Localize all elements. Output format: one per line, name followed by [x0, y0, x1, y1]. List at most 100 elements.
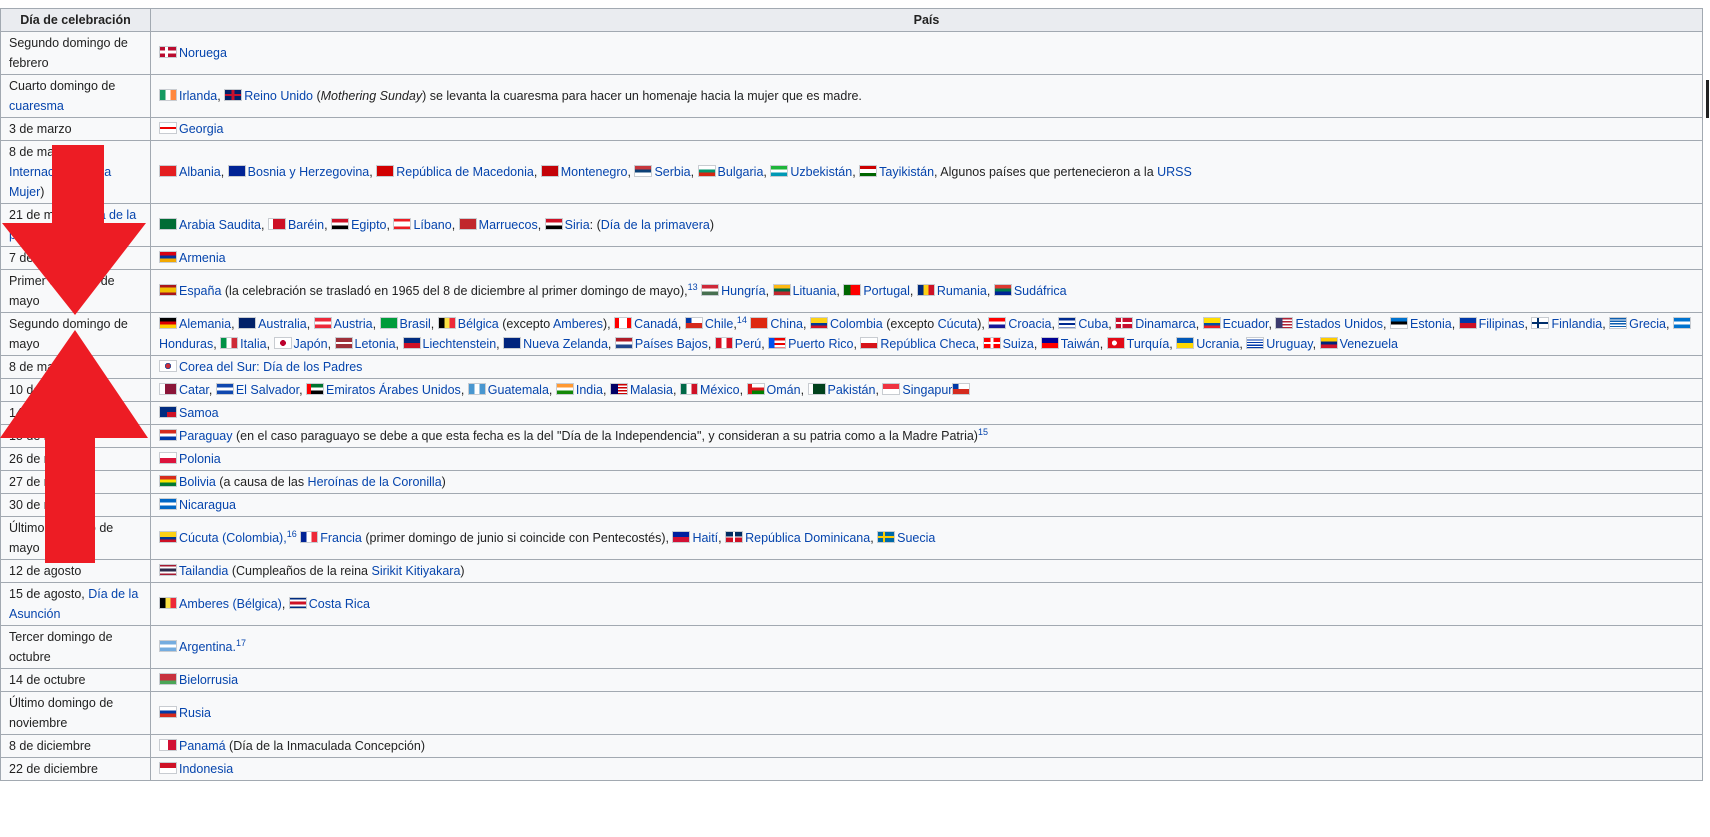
- country-link[interactable]: Estados Unidos: [1295, 317, 1383, 331]
- country-link[interactable]: República Dominicana: [745, 531, 870, 545]
- country-link[interactable]: Letonia: [355, 337, 396, 351]
- country-link[interactable]: Indonesia: [179, 762, 233, 776]
- country-link[interactable]: Cúcuta (Colombia),: [179, 531, 287, 545]
- country-link[interactable]: Catar: [179, 383, 209, 397]
- country-link[interactable]: España: [179, 284, 221, 298]
- country-link[interactable]: Liechtenstein: [423, 337, 497, 351]
- country-link[interactable]: Irlanda: [179, 89, 217, 103]
- country-link[interactable]: Malasia: [630, 383, 673, 397]
- country-link[interactable]: Paraguay: [179, 429, 233, 443]
- country-link[interactable]: Finlandia: [1551, 317, 1602, 331]
- country-link[interactable]: Honduras: [159, 337, 213, 351]
- wiki-link[interactable]: URSS: [1157, 165, 1192, 179]
- country-link[interactable]: Corea del Sur: Día de los Padres: [179, 360, 362, 374]
- country-link[interactable]: Costa Rica: [309, 597, 370, 611]
- country-link[interactable]: Japón: [294, 337, 328, 351]
- country-link[interactable]: Baréin: [288, 218, 324, 232]
- country-link[interactable]: Cuba: [1078, 317, 1108, 331]
- country-link[interactable]: Siria: [565, 218, 590, 232]
- country-link[interactable]: Portugal: [863, 284, 910, 298]
- country-link[interactable]: El Salvador: [236, 383, 299, 397]
- country-link[interactable]: Croacia: [1008, 317, 1051, 331]
- country-link[interactable]: Italia: [240, 337, 266, 351]
- wiki-link[interactable]: Cúcuta: [938, 317, 978, 331]
- country-link[interactable]: Brasil: [400, 317, 431, 331]
- country-link[interactable]: República Checa: [880, 337, 975, 351]
- reference-link[interactable]: 14: [737, 315, 747, 325]
- country-link[interactable]: Bosnia y Herzegovina: [248, 165, 370, 179]
- country-link[interactable]: Hungría: [721, 284, 765, 298]
- country-link[interactable]: Austria: [334, 317, 373, 331]
- country-link[interactable]: Serbia: [654, 165, 690, 179]
- country-link[interactable]: Australia: [258, 317, 307, 331]
- country-link[interactable]: Chile: [705, 317, 734, 331]
- country-link[interactable]: Amberes (Bélgica): [179, 597, 282, 611]
- country-link[interactable]: Francia: [320, 531, 362, 545]
- country-link[interactable]: Rumania: [937, 284, 987, 298]
- country-link[interactable]: China: [770, 317, 803, 331]
- country-link[interactable]: Canadá: [634, 317, 678, 331]
- country-link[interactable]: Estonia: [1410, 317, 1452, 331]
- country-link[interactable]: Argentina.: [179, 640, 236, 654]
- country-link[interactable]: Georgia: [179, 122, 223, 136]
- country-link[interactable]: Haití: [692, 531, 718, 545]
- country-link[interactable]: Noruega: [179, 46, 227, 60]
- country-link[interactable]: Suecia: [897, 531, 935, 545]
- country-link[interactable]: Egipto: [351, 218, 386, 232]
- country-link[interactable]: Omán: [767, 383, 801, 397]
- country-link[interactable]: Uruguay: [1266, 337, 1312, 351]
- country-link[interactable]: Polonia: [179, 452, 221, 466]
- country-link[interactable]: Colombia: [830, 317, 883, 331]
- country-link[interactable]: Alemania: [179, 317, 231, 331]
- wiki-link[interactable]: Sirikit Kitiyakara: [371, 564, 460, 578]
- country-link[interactable]: Singapur: [902, 383, 952, 397]
- country-link[interactable]: Reino Unido: [244, 89, 313, 103]
- country-link[interactable]: Panamá: [179, 739, 226, 753]
- country-link[interactable]: Albania: [179, 165, 221, 179]
- reference-link[interactable]: 15: [978, 427, 988, 437]
- country-link[interactable]: Taiwán: [1061, 337, 1100, 351]
- wiki-link[interactable]: Amberes: [553, 317, 603, 331]
- country-link[interactable]: Venezuela: [1340, 337, 1398, 351]
- country-link[interactable]: Bielorrusia: [179, 673, 238, 687]
- country-link[interactable]: Suiza: [1003, 337, 1034, 351]
- wiki-link[interactable]: Día de la primavera: [601, 218, 710, 232]
- country-link[interactable]: Sudáfrica: [1014, 284, 1067, 298]
- wiki-link[interactable]: Heroínas de la Coronilla: [308, 475, 442, 489]
- country-link[interactable]: Bulgaria: [718, 165, 764, 179]
- country-link[interactable]: Armenia: [179, 251, 226, 265]
- reference-link[interactable]: 13: [688, 282, 698, 292]
- country-link[interactable]: India: [576, 383, 603, 397]
- country-link[interactable]: Líbano: [413, 218, 451, 232]
- country-link[interactable]: Ecuador: [1223, 317, 1269, 331]
- scrollbar-thumb[interactable]: [1706, 80, 1709, 118]
- country-link[interactable]: Grecia: [1629, 317, 1666, 331]
- country-link[interactable]: Samoa: [179, 406, 219, 420]
- country-link[interactable]: Países Bajos: [635, 337, 708, 351]
- country-link[interactable]: Uzbekistán: [790, 165, 852, 179]
- country-link[interactable]: México: [700, 383, 740, 397]
- country-link[interactable]: Dinamarca: [1135, 317, 1195, 331]
- wiki-link[interactable]: cuaresma: [9, 99, 64, 113]
- country-link[interactable]: Pakistán: [828, 383, 876, 397]
- country-link[interactable]: República de Macedonia: [396, 165, 534, 179]
- reference-link[interactable]: 17: [236, 638, 246, 648]
- country-link[interactable]: Turquía: [1127, 337, 1170, 351]
- country-link[interactable]: Perú: [735, 337, 761, 351]
- country-link[interactable]: Guatemala: [488, 383, 549, 397]
- country-link[interactable]: Puerto Rico: [788, 337, 853, 351]
- country-link[interactable]: Montenegro: [561, 165, 628, 179]
- country-link[interactable]: Emiratos Árabes Unidos: [326, 383, 461, 397]
- country-link[interactable]: Arabia Saudita: [179, 218, 261, 232]
- country-link[interactable]: Tayikistán: [879, 165, 934, 179]
- country-link[interactable]: Marruecos: [479, 218, 538, 232]
- country-link[interactable]: Tailandia: [179, 564, 228, 578]
- country-link[interactable]: Filipinas: [1479, 317, 1525, 331]
- country-link[interactable]: Rusia: [179, 706, 211, 720]
- country-link[interactable]: Ucrania: [1196, 337, 1239, 351]
- country-link[interactable]: Bélgica: [458, 317, 499, 331]
- country-link[interactable]: Nicaragua: [179, 498, 236, 512]
- country-link[interactable]: Bolivia: [179, 475, 216, 489]
- country-link[interactable]: Nueva Zelanda: [523, 337, 608, 351]
- reference-link[interactable]: 16: [287, 529, 297, 539]
